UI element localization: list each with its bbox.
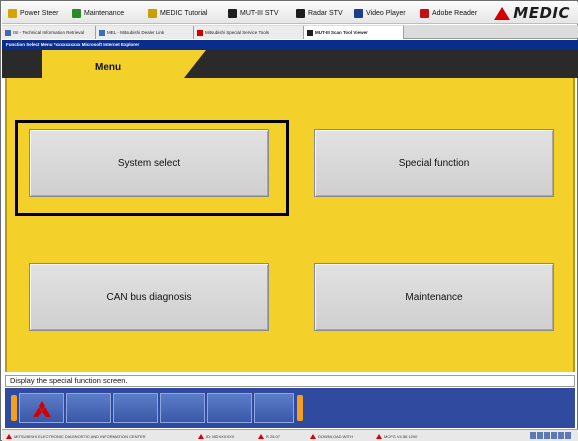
tray-icon[interactable]	[544, 432, 550, 439]
mitsubishi-icon	[6, 433, 12, 439]
toolbar-mut-iii-stv[interactable]: MUT-III STV	[228, 6, 279, 20]
fkey-3[interactable]	[113, 393, 158, 423]
tutorial-icon	[148, 8, 157, 18]
tab-isi[interactable]: ISI - Technical Information Retrieval	[2, 26, 96, 39]
selection-highlight	[15, 120, 289, 216]
toolbar-maintenance[interactable]: Maintenance	[72, 6, 124, 20]
toolbar-radar-stv[interactable]: Radar STV	[296, 6, 343, 20]
fkey-5[interactable]	[207, 393, 252, 423]
maintenance-icon	[72, 8, 81, 18]
status-message: Display the special function screen.	[5, 375, 575, 387]
tray-icon[interactable]	[530, 432, 536, 439]
toolbar-power-steer[interactable]: Power Steer	[8, 6, 59, 20]
taskbar-item-version[interactable]: R 26.07	[258, 432, 280, 440]
tray-icon[interactable]	[565, 432, 571, 439]
browser-tab-strip: ISI - Technical Information Retrieval ME…	[2, 25, 578, 39]
tray-icon[interactable]	[551, 432, 557, 439]
mitsubishi-icon	[198, 433, 204, 439]
window-title-bar: Function Select Menu *xxxxxxxxxx Microso…	[2, 40, 578, 50]
taskbar-item-download[interactable]: DOWNLOAD WITH	[310, 432, 353, 440]
medic-toolbar: Power Steer Maintenance MEDIC Tutorial M…	[2, 2, 578, 24]
medic-logo: MEDIC	[494, 4, 570, 22]
toolbar-adobe-reader[interactable]: Adobe Reader	[420, 6, 477, 20]
page-icon	[5, 29, 11, 36]
function-key-bar	[5, 388, 575, 428]
video-icon	[354, 8, 363, 18]
menu-title: Menu	[95, 62, 122, 73]
left-handle	[11, 395, 17, 421]
tab-mut-iii-scan-tool-viewer[interactable]: MUT-III Scan Tool Viewer	[304, 26, 404, 39]
taskbar-item-mcfg[interactable]: MCFG V4.58 1200	[376, 432, 417, 440]
mitsubishi-icon	[197, 29, 203, 36]
menu-tab-edge	[184, 50, 206, 78]
power-icon	[8, 8, 17, 18]
mitsubishi-icon	[310, 433, 316, 439]
toolbar-video-player[interactable]: Video Player	[354, 6, 406, 20]
fkey-home[interactable]	[19, 393, 64, 423]
adobe-icon	[420, 8, 429, 18]
page-icon	[99, 29, 105, 36]
fkey-4[interactable]	[160, 393, 205, 423]
menu-header: Menu	[2, 50, 578, 78]
special-function-button[interactable]: Special function	[314, 129, 554, 197]
right-handle	[297, 395, 303, 421]
fkey-2[interactable]	[66, 393, 111, 423]
tray-icon[interactable]	[537, 432, 543, 439]
mitsubishi-icon	[376, 433, 382, 439]
taskbar: MITSUBISHI ELECTRONIC DIAGNOSTIC AND INF…	[2, 429, 578, 441]
taskbar-item-id[interactable]: ID: MDXXXXXX	[198, 432, 234, 440]
mitsubishi-icon	[258, 433, 264, 439]
maintenance-button[interactable]: Maintenance	[314, 263, 554, 331]
radar-icon	[296, 8, 305, 18]
fkey-6[interactable]	[254, 393, 294, 423]
tab-special-service-tools[interactable]: Mitsubishi Special Service Tools	[194, 26, 304, 39]
taskbar-item-medic[interactable]: MITSUBISHI ELECTRONIC DIAGNOSTIC AND INF…	[6, 432, 146, 440]
mut-icon	[228, 8, 237, 18]
toolbar-medic-tutorial[interactable]: MEDIC Tutorial	[148, 6, 207, 20]
system-tray	[530, 432, 574, 440]
can-bus-diagnosis-button[interactable]: CAN bus diagnosis	[29, 263, 269, 331]
app-window: Power Steer Maintenance MEDIC Tutorial M…	[0, 0, 578, 441]
mitsubishi-logo-icon	[494, 6, 511, 20]
tray-icon[interactable]	[558, 432, 564, 439]
mitsubishi-home-icon	[33, 401, 51, 417]
mut-icon	[307, 29, 313, 36]
tab-mel[interactable]: MEL - Mitsubishi Dealer Link	[96, 26, 194, 39]
